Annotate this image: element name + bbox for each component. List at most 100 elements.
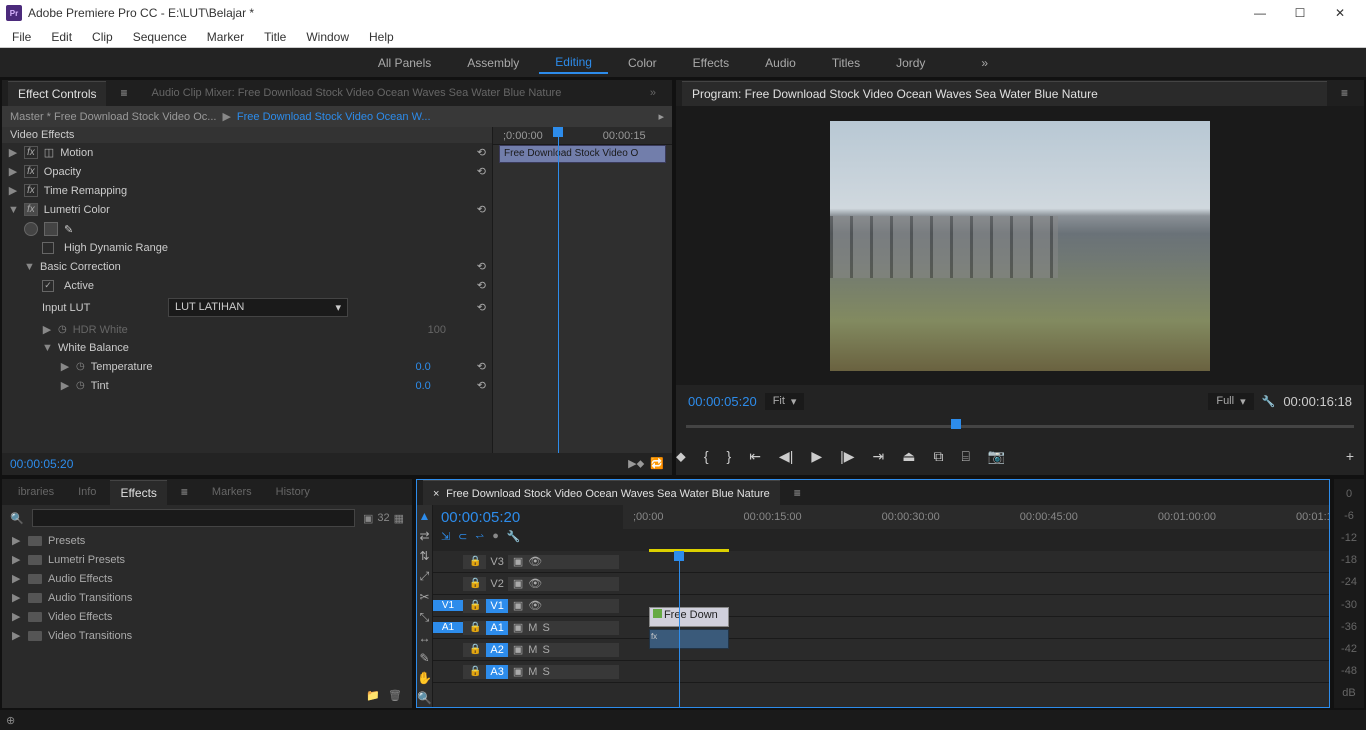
- fx-badge-icon[interactable]: fx: [24, 203, 38, 216]
- toggle-output-icon[interactable]: ▣: [513, 643, 523, 656]
- workspace-assembly[interactable]: Assembly: [451, 53, 535, 73]
- workspace-color[interactable]: Color: [612, 53, 673, 73]
- fx-badge-icon[interactable]: fx: [24, 146, 38, 159]
- export-frame-button[interactable]: ⌸: [961, 448, 969, 465]
- stopwatch-icon[interactable]: ◷: [58, 324, 67, 335]
- folder-audio-transitions[interactable]: ▶Audio Transitions: [2, 588, 412, 607]
- reset-basic-correction-button[interactable]: ⟲: [477, 260, 486, 273]
- reset-lumetri-button[interactable]: ⟲: [477, 203, 486, 216]
- track-name-v1[interactable]: V1: [486, 599, 507, 613]
- workspace-audio[interactable]: Audio: [749, 53, 812, 73]
- timeline-playhead[interactable]: [679, 551, 680, 708]
- mask-rect-icon[interactable]: [44, 222, 58, 236]
- folder-video-effects[interactable]: ▶Video Effects: [2, 607, 412, 626]
- work-area-bar[interactable]: [649, 549, 729, 552]
- pen-tool[interactable]: ✎: [419, 651, 429, 665]
- reset-active-button[interactable]: ⟲: [477, 279, 486, 292]
- menu-marker[interactable]: Marker: [199, 28, 252, 46]
- workspace-effects[interactable]: Effects: [677, 53, 745, 73]
- fx-badge-icon[interactable]: fx: [24, 165, 38, 178]
- white-balance-group[interactable]: White Balance: [58, 342, 486, 354]
- eye-icon[interactable]: 👁: [528, 577, 542, 590]
- mute-button[interactable]: M: [528, 644, 537, 656]
- expand-icon[interactable]: ▶: [60, 379, 70, 392]
- expand-icon[interactable]: ▶: [42, 323, 52, 336]
- track-source-v1[interactable]: V1: [433, 600, 463, 611]
- toggle-output-icon[interactable]: ▣: [513, 599, 523, 612]
- toggle-output-icon[interactable]: ▣: [513, 555, 523, 568]
- track-source-a1[interactable]: A1: [433, 622, 463, 633]
- camera-icon[interactable]: 📷: [988, 448, 1005, 465]
- accelerated-filter-icon[interactable]: ▣: [363, 512, 373, 525]
- timeline-ruler[interactable]: ;00:00 00:00:15:00 00:00:30:00 00:00:45:…: [623, 505, 1330, 529]
- button-editor-button[interactable]: +: [1346, 448, 1354, 464]
- program-current-timecode[interactable]: 00:00:05:20: [688, 394, 757, 409]
- workspace-titles[interactable]: Titles: [816, 53, 876, 73]
- panel-menu-icon[interactable]: ≡: [784, 481, 811, 505]
- track-name-v2[interactable]: V2: [486, 577, 507, 591]
- slip-tool[interactable]: ⤡: [420, 610, 430, 625]
- tab-effect-controls[interactable]: Effect Controls: [8, 81, 106, 106]
- linked-selection-icon[interactable]: ⊂: [458, 530, 467, 543]
- motion-transform-icon[interactable]: ◫: [44, 146, 54, 159]
- snap-icon[interactable]: ⇲: [441, 530, 450, 543]
- selection-tool[interactable]: ▲: [419, 509, 431, 523]
- folder-presets[interactable]: ▶Presets: [2, 531, 412, 550]
- reset-tint-button[interactable]: ⟲: [477, 379, 486, 392]
- close-button[interactable]: ✕: [1320, 0, 1360, 26]
- rolling-edit-tool[interactable]: ⤢: [420, 569, 430, 584]
- toggle-output-icon[interactable]: ▣: [513, 621, 523, 634]
- mark-in-button[interactable]: {: [704, 448, 709, 464]
- program-tab[interactable]: Program: Free Download Stock Video Ocean…: [682, 81, 1327, 106]
- tab-libraries[interactable]: ibraries: [8, 481, 64, 503]
- program-playhead[interactable]: [951, 419, 961, 429]
- tab-effects[interactable]: Effects: [110, 480, 166, 505]
- slide-tool[interactable]: ↔: [418, 631, 430, 645]
- zoom-level-dropdown[interactable]: Fit▾: [765, 393, 805, 410]
- folder-audio-effects[interactable]: ▶Audio Effects: [2, 569, 412, 588]
- ripple-edit-tool[interactable]: ⇅: [419, 549, 429, 563]
- stopwatch-icon[interactable]: ◷: [76, 380, 85, 391]
- basic-correction-group[interactable]: Basic Correction: [40, 261, 471, 273]
- expand-icon[interactable]: ▶: [8, 146, 18, 159]
- fx-badge-icon[interactable]: fx: [24, 184, 38, 197]
- tab-info[interactable]: Info: [68, 481, 106, 503]
- folder-video-transitions[interactable]: ▶Video Transitions: [2, 626, 412, 645]
- solo-button[interactable]: S: [542, 644, 549, 656]
- sequence-tab[interactable]: Free Download Stock Video Ocean Waves Se…: [446, 488, 770, 500]
- menu-window[interactable]: Window: [298, 28, 357, 46]
- insert-overwrite-icon[interactable]: ●: [492, 530, 499, 543]
- menu-help[interactable]: Help: [361, 28, 402, 46]
- menu-sequence[interactable]: Sequence: [125, 28, 195, 46]
- collapse-icon[interactable]: ▼: [8, 204, 18, 216]
- minimize-button[interactable]: —: [1240, 0, 1280, 26]
- mask-pen-icon[interactable]: ✎: [64, 223, 73, 236]
- 32bit-filter-icon[interactable]: 32: [377, 512, 389, 525]
- sequence-clip-name[interactable]: Free Download Stock Video Ocean W...: [237, 111, 431, 123]
- track-name-a1[interactable]: A1: [486, 621, 507, 635]
- expand-icon[interactable]: ▶: [8, 184, 18, 197]
- collapse-icon[interactable]: ▼: [42, 342, 52, 354]
- expand-icon[interactable]: ▶: [60, 360, 70, 373]
- lumetri-color-effect[interactable]: Lumetri Color: [44, 204, 471, 216]
- panel-menu-icon[interactable]: ≡: [171, 480, 198, 504]
- reset-input-lut-button[interactable]: ⟲: [477, 301, 486, 314]
- mask-ellipse-icon[interactable]: [24, 222, 38, 236]
- stopwatch-icon[interactable]: ◷: [76, 361, 85, 372]
- go-to-out-button[interactable]: ⇥: [873, 448, 885, 465]
- lock-icon[interactable]: 🔒: [469, 622, 481, 633]
- lock-icon[interactable]: 🔒: [469, 578, 481, 589]
- input-lut-dropdown[interactable]: LUT LATIHAN ▾: [168, 298, 348, 317]
- status-icon[interactable]: ⊕: [6, 714, 15, 727]
- program-scrubber[interactable]: [676, 417, 1364, 437]
- play-button[interactable]: ▶: [811, 448, 822, 465]
- workspace-overflow-icon[interactable]: »: [965, 53, 1004, 73]
- tab-markers[interactable]: Markers: [202, 481, 262, 503]
- opacity-effect[interactable]: Opacity: [44, 166, 471, 178]
- eye-icon[interactable]: 👁: [528, 555, 542, 568]
- workspace-all-panels[interactable]: All Panels: [362, 53, 447, 73]
- resolution-dropdown[interactable]: Full▾: [1208, 393, 1253, 410]
- ec-clip-bar[interactable]: Free Download Stock Video O: [499, 145, 666, 163]
- lock-icon[interactable]: 🔒: [469, 556, 481, 567]
- tabs-overflow-icon[interactable]: »: [640, 82, 666, 104]
